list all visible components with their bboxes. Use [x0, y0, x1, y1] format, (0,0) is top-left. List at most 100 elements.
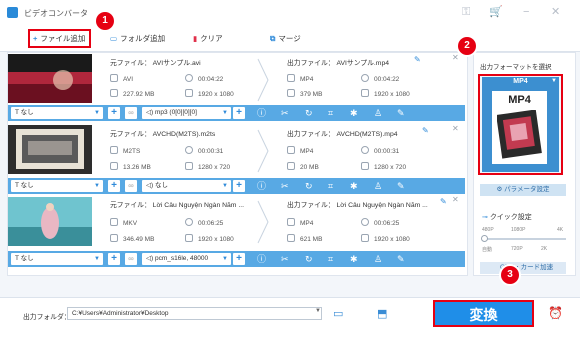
- source-resolution: 1920 x 1080: [185, 234, 234, 243]
- chevron-down-icon[interactable]: ▼: [315, 308, 321, 314]
- pen-icon[interactable]: ✎: [397, 106, 405, 120]
- quality-label: 1080P: [511, 227, 526, 233]
- output-size: 20 MB: [287, 162, 319, 171]
- subtitle-dropdown[interactable]: T なし ▼: [11, 180, 103, 192]
- format-icon: [287, 74, 295, 82]
- format-icon: [287, 146, 295, 154]
- cut-icon[interactable]: ✂: [281, 252, 289, 266]
- output-folder-label: 出力フォルダ：: [23, 314, 71, 321]
- output-folder-path[interactable]: C:¥Users¥Administrator¥Desktop: [67, 307, 322, 320]
- resolution-icon: [361, 234, 369, 242]
- merge-icon: ⧉: [270, 34, 276, 43]
- pen-icon[interactable]: ✎: [397, 252, 405, 266]
- output-duration: 00:00:31: [361, 146, 399, 155]
- output-duration: 00:04:22: [361, 74, 399, 83]
- quality-label: 720P: [511, 246, 523, 252]
- watermark-icon[interactable]: ♙: [374, 252, 382, 266]
- add-file-label: ファイル追加: [40, 34, 86, 43]
- watermark-icon[interactable]: ♙: [374, 179, 382, 193]
- quality-slider-handle[interactable]: [481, 235, 488, 242]
- subtitle-dropdown[interactable]: T なし ▼: [11, 107, 103, 119]
- minimize-icon[interactable]: −: [523, 6, 529, 18]
- add-subtitle-button[interactable]: +: [108, 107, 120, 119]
- add-file-button[interactable]: + ファイル追加: [33, 34, 85, 44]
- cut-icon[interactable]: ✂: [281, 179, 289, 193]
- slider-icon: ⊸: [482, 214, 490, 221]
- remove-file-icon[interactable]: ✕: [452, 53, 459, 62]
- add-folder-button[interactable]: ▭ フォルダ追加: [110, 34, 165, 44]
- cart-icon[interactable]: 🛒: [489, 6, 503, 18]
- app-logo: [7, 7, 18, 18]
- output-format: MP4: [287, 218, 313, 227]
- clock-icon: [185, 74, 193, 82]
- source-resolution: 1280 x 720: [185, 162, 230, 171]
- resolution-icon: [361, 162, 369, 170]
- info-icon[interactable]: ⓘ: [257, 106, 266, 120]
- add-subtitle-button[interactable]: +: [108, 180, 120, 192]
- link-icon[interactable]: ∞: [125, 180, 137, 192]
- remove-file-icon[interactable]: ✕: [452, 124, 459, 133]
- format-icon: [287, 218, 295, 226]
- rotate-icon[interactable]: ↻: [305, 179, 313, 193]
- add-subtitle-button[interactable]: +: [108, 253, 120, 265]
- add-audio-button[interactable]: +: [233, 253, 245, 265]
- video-thumbnail[interactable]: [8, 54, 92, 103]
- remove-file-icon[interactable]: ✕: [452, 195, 459, 204]
- add-audio-button[interactable]: +: [233, 180, 245, 192]
- parameter-settings-button[interactable]: ⚙ パラメータ設定: [480, 184, 566, 196]
- convert-button[interactable]: 変換: [433, 300, 534, 327]
- close-window-icon[interactable]: ✕: [551, 6, 560, 18]
- effects-icon[interactable]: ✱: [350, 179, 358, 193]
- merge-button[interactable]: ⧉ マージ: [270, 34, 301, 44]
- output-format: MP4: [287, 146, 313, 155]
- output-resolution: 1920 x 1080: [361, 89, 410, 98]
- audio-track-dropdown[interactable]: ◁) pcm_s16le, 48000 ▼: [142, 253, 231, 265]
- rotate-icon[interactable]: ↻: [305, 106, 313, 120]
- edit-name-icon[interactable]: ✎: [414, 55, 421, 64]
- rotate-icon[interactable]: ↻: [305, 252, 313, 266]
- link-icon[interactable]: ∞: [125, 253, 137, 265]
- edit-name-icon[interactable]: ✎: [422, 126, 429, 135]
- video-thumbnail[interactable]: [8, 125, 92, 174]
- audio-track-dropdown[interactable]: ◁) mp3 (0[0][0][0] ▼: [142, 107, 231, 119]
- app-title: ビデオコンバータ: [24, 9, 88, 18]
- effects-icon[interactable]: ✱: [350, 106, 358, 120]
- chevron-down-icon: ▼: [94, 183, 100, 189]
- crop-icon[interactable]: ⌗: [328, 252, 333, 266]
- info-icon[interactable]: ⓘ: [257, 179, 266, 193]
- arrow-separator: [257, 200, 269, 244]
- output-format: MP4: [287, 74, 313, 83]
- effects-icon[interactable]: ✱: [350, 252, 358, 266]
- output-resolution: 1280 x 720: [361, 162, 406, 171]
- thumbnail-image-3: [8, 197, 92, 246]
- watermark-icon[interactable]: ♙: [374, 106, 382, 120]
- alarm-clock-icon[interactable]: ⏰: [548, 306, 563, 320]
- source-format: MKV: [110, 218, 137, 227]
- merge-label: マージ: [278, 34, 301, 43]
- gpu-acceleration-toggle[interactable]: GPU・カード加速: [480, 262, 566, 274]
- subtitle-dropdown[interactable]: T なし ▼: [11, 253, 103, 265]
- trash-icon: ▮: [193, 34, 198, 43]
- video-thumbnail[interactable]: [8, 197, 92, 246]
- crop-icon[interactable]: ⌗: [328, 106, 333, 120]
- pen-icon[interactable]: ✎: [397, 179, 405, 193]
- source-filename: 元ファイル： AVIサンプル.avi: [110, 60, 201, 67]
- clear-button[interactable]: ▮ クリア: [193, 34, 223, 44]
- output-filename: 出力ファイル： Lời Câu Nguyện Ngàn Năm ...: [287, 202, 428, 209]
- info-icon[interactable]: ⓘ: [257, 252, 266, 266]
- edit-name-icon[interactable]: ✎: [440, 197, 447, 206]
- source-size: 346.49 MB: [110, 234, 154, 243]
- cut-icon[interactable]: ✂: [281, 106, 289, 120]
- add-audio-button[interactable]: +: [233, 107, 245, 119]
- quality-slider[interactable]: [482, 238, 566, 240]
- output-filename: 出力ファイル： AVIサンプル.mp4: [287, 60, 390, 67]
- crop-icon[interactable]: ⌗: [328, 179, 333, 193]
- browse-folder-icon[interactable]: ▭: [333, 307, 343, 320]
- quality-label: 自動: [482, 247, 493, 253]
- link-icon[interactable]: ∞: [125, 107, 137, 119]
- open-folder-icon[interactable]: ⬒: [377, 307, 387, 320]
- audio-track-dropdown[interactable]: ◁) なし ▼: [142, 180, 231, 192]
- key-icon[interactable]: ⚿: [462, 6, 470, 18]
- output-filename: 出力ファイル： AVCHD(M2TS).mp4: [287, 131, 398, 138]
- source-duration: 00:04:22: [185, 74, 223, 83]
